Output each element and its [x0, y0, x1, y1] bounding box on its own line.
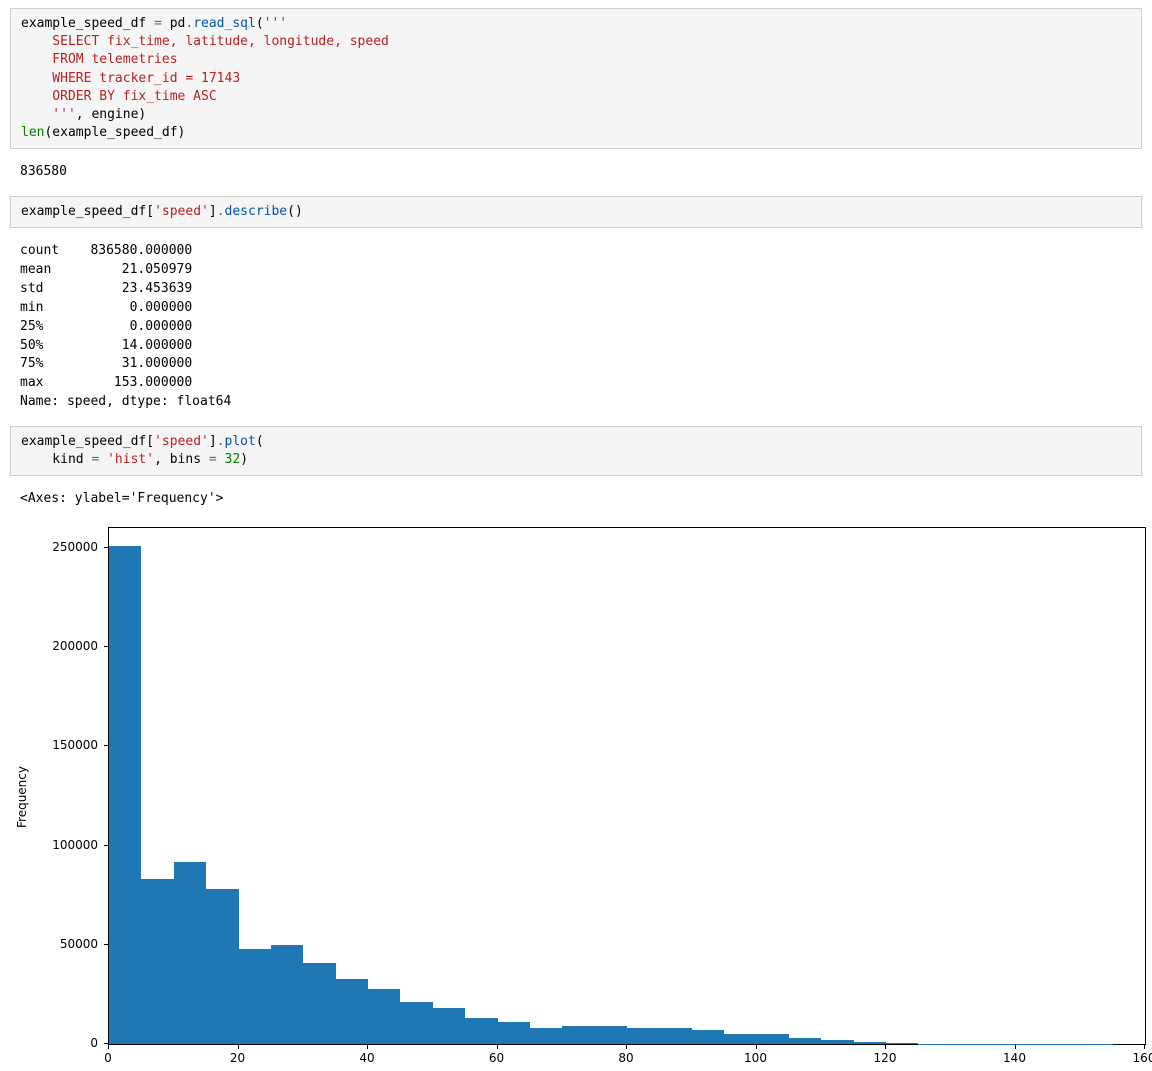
- xtick-mark: [367, 1045, 368, 1049]
- histogram-bar: [239, 949, 271, 1044]
- histogram-bar: [627, 1028, 659, 1044]
- xtick-mark: [756, 1045, 757, 1049]
- xtick-label: 0: [104, 1051, 112, 1065]
- xtick-label: 140: [1003, 1051, 1026, 1065]
- ytick-label: 250000: [52, 540, 98, 554]
- xtick-label: 20: [230, 1051, 245, 1065]
- histogram-bar: [886, 1043, 918, 1045]
- ytick-mark: [104, 646, 108, 647]
- xtick-label: 160: [1133, 1051, 1152, 1065]
- xtick-mark: [1015, 1045, 1016, 1049]
- histogram-bar: [789, 1038, 821, 1044]
- chart-ylabel: Frequency: [15, 766, 29, 828]
- xtick-mark: [626, 1045, 627, 1049]
- xtick-label: 120: [874, 1051, 897, 1065]
- histogram-bar: [109, 546, 141, 1044]
- ytick-mark: [104, 944, 108, 945]
- ytick-label: 100000: [52, 838, 98, 852]
- output-3: <Axes: ylabel='Frequency'>: [10, 484, 1142, 515]
- histogram-bar: [659, 1028, 691, 1044]
- xtick-mark: [108, 1045, 109, 1049]
- histogram-chart: Frequency 0 50000 100000 150000 200000 250000…: [14, 523, 1150, 1071]
- histogram-bar: [271, 945, 303, 1044]
- xtick-mark: [885, 1045, 886, 1049]
- histogram-bar: [854, 1042, 886, 1044]
- ytick-mark: [104, 547, 108, 548]
- ytick-label: 200000: [52, 639, 98, 653]
- xtick-label: 40: [359, 1051, 374, 1065]
- histogram-bar: [562, 1026, 594, 1044]
- histogram-bar: [141, 879, 173, 1044]
- ytick-mark: [104, 1043, 108, 1044]
- plot-area: [108, 527, 1146, 1045]
- ytick-label: 50000: [60, 937, 98, 951]
- ytick-mark: [104, 745, 108, 746]
- ytick-label: 150000: [52, 738, 98, 752]
- histogram-bar: [400, 1002, 432, 1044]
- ytick-mark: [104, 845, 108, 846]
- histogram-bar: [433, 1008, 465, 1044]
- histogram-bar: [303, 963, 335, 1044]
- code-cell-1: example_speed_df = pd.read_sql(''' SELEC…: [10, 8, 1142, 149]
- xtick-mark: [497, 1045, 498, 1049]
- output-1: 836580: [10, 157, 1142, 188]
- xtick-label: 100: [744, 1051, 767, 1065]
- histogram-bar: [498, 1022, 530, 1044]
- code-cell-3: example_speed_df['speed'].plot( kind = '…: [10, 426, 1142, 476]
- xtick-label: 60: [489, 1051, 504, 1065]
- code-cell-2: example_speed_df['speed'].describe(): [10, 196, 1142, 228]
- xtick-mark: [238, 1045, 239, 1049]
- output-2: count 836580.000000 mean 21.050979 std 2…: [10, 236, 1142, 418]
- xtick-mark: [1144, 1045, 1145, 1049]
- histogram-bar: [595, 1026, 627, 1044]
- histogram-bar: [821, 1040, 853, 1044]
- histogram-bar: [206, 889, 238, 1044]
- histogram-bar: [174, 862, 206, 1045]
- xtick-label: 80: [618, 1051, 633, 1065]
- histogram-bar: [530, 1028, 562, 1044]
- histogram-bar: [692, 1030, 724, 1044]
- histogram-bar: [336, 979, 368, 1044]
- ytick-label: 0: [90, 1036, 98, 1050]
- histogram-bar: [465, 1018, 497, 1044]
